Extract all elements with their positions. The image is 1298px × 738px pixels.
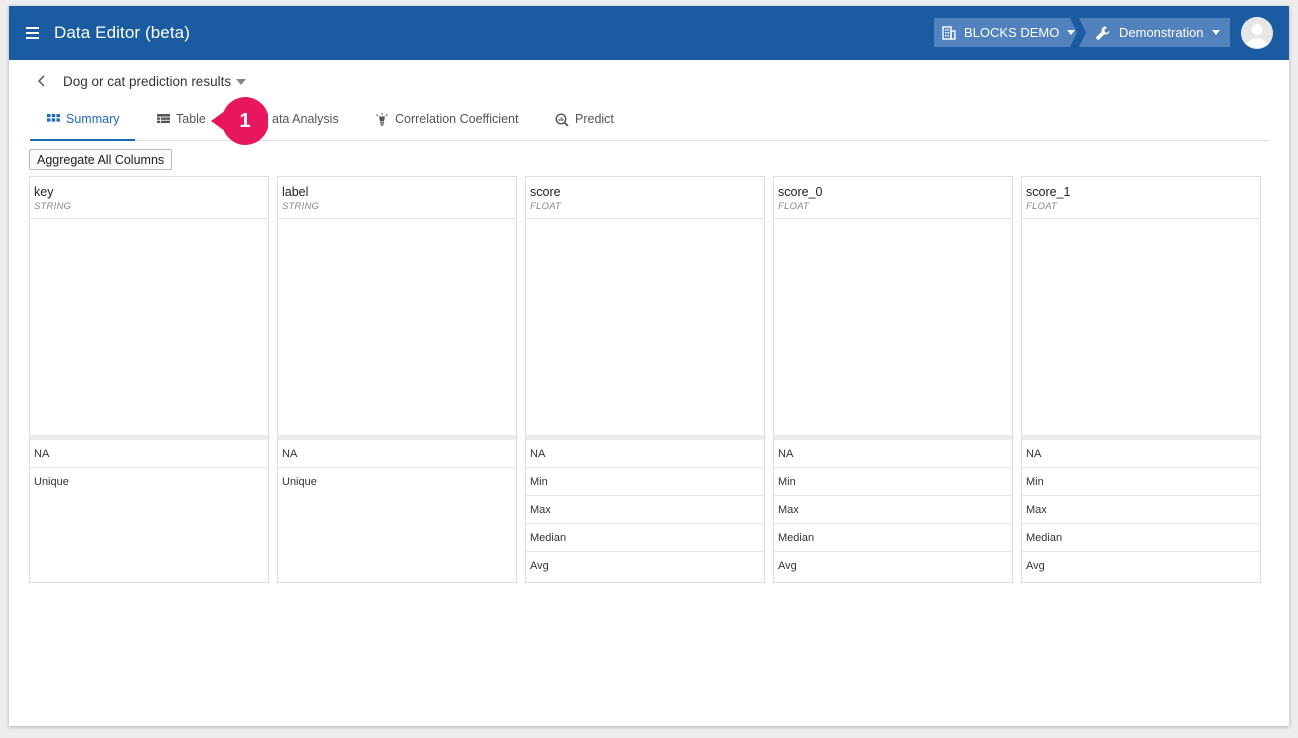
stat-row: NA <box>526 440 764 468</box>
column-header: score_1 FLOAT <box>1022 177 1260 219</box>
tab-label: Summary <box>66 112 120 126</box>
project-name: Demonstration <box>1119 25 1204 40</box>
hamburger-menu-icon[interactable] <box>23 23 43 43</box>
column-card: score_0 FLOAT NA Min Max Median Avg <box>773 176 1013 583</box>
dataset-name: Dog or cat prediction results <box>63 74 232 89</box>
tab-data-analysis[interactable]: ata Analysis <box>272 112 339 141</box>
column-chart-area <box>30 219 268 440</box>
chevron-down-icon <box>1211 30 1220 35</box>
stat-row: Median <box>526 524 764 552</box>
column-type: FLOAT <box>530 201 561 212</box>
table-icon <box>157 114 170 123</box>
tab-summary[interactable]: Summary <box>30 112 136 141</box>
dataset-selector[interactable]: Dog or cat prediction results <box>63 74 247 89</box>
stat-row: NA <box>30 440 268 468</box>
tab-correlation-coefficient[interactable]: Correlation Coefficient <box>375 112 518 141</box>
lightbulb-icon <box>376 113 388 126</box>
column-card: label STRING NA Unique <box>277 176 517 583</box>
stat-row: Max <box>526 496 764 524</box>
tab-label: Predict <box>575 112 614 126</box>
app-title: Data Editor (beta) <box>54 23 190 42</box>
tab-label: Table <box>176 112 206 126</box>
column-card: key STRING NA Unique <box>29 176 269 583</box>
column-header: score FLOAT <box>526 177 764 219</box>
column-type: FLOAT <box>1026 201 1057 212</box>
column-chart-area <box>1022 219 1260 440</box>
column-name: label <box>282 185 309 199</box>
grid-icon <box>47 114 60 122</box>
tab-predict[interactable]: Predict <box>555 112 614 141</box>
column-type: STRING <box>282 201 320 212</box>
stat-row: Median <box>774 524 1012 552</box>
tab-table[interactable]: Table <box>157 112 206 141</box>
stat-row: NA <box>1022 440 1260 468</box>
chevron-down-icon <box>1067 30 1076 35</box>
stat-row: Avg <box>530 560 549 572</box>
magnify-chart-icon <box>555 113 569 127</box>
stat-row: NA <box>278 440 516 468</box>
tab-label: ata Analysis <box>272 112 339 126</box>
back-chevron-icon[interactable] <box>35 73 49 89</box>
tab-label: Correlation Coefficient <box>395 112 519 126</box>
stat-row: Unique <box>34 476 69 488</box>
column-chart-area <box>526 219 764 440</box>
column-header: score_0 FLOAT <box>774 177 1012 219</box>
column-name: score_0 <box>778 185 823 199</box>
column-type: STRING <box>34 201 72 212</box>
app-window: Data Editor (beta) BLOCKS DEMO Demonstra… <box>9 6 1289 726</box>
stat-row: Avg <box>1026 560 1045 572</box>
stat-row: Min <box>526 468 764 496</box>
wrench-icon <box>1096 26 1110 40</box>
column-chart-area <box>774 219 1012 440</box>
callout-number: 1 <box>239 109 251 132</box>
stat-row: Max <box>1022 496 1260 524</box>
column-chart-area <box>278 219 516 440</box>
project-selector[interactable]: Demonstration <box>1079 18 1230 47</box>
stat-row: Median <box>1022 524 1260 552</box>
stat-row: Min <box>1022 468 1260 496</box>
stat-row: Avg <box>778 560 797 572</box>
app-header: Data Editor (beta) BLOCKS DEMO Demonstra… <box>9 6 1289 60</box>
column-name: key <box>34 185 54 199</box>
column-name: score <box>530 185 561 199</box>
organization-name: BLOCKS DEMO <box>964 25 1060 40</box>
organization-selector[interactable]: BLOCKS DEMO <box>934 18 1077 47</box>
stat-row: Min <box>774 468 1012 496</box>
column-header: label STRING <box>278 177 516 219</box>
stat-row: Max <box>774 496 1012 524</box>
user-icon <box>1241 17 1273 49</box>
column-header: key STRING <box>30 177 268 219</box>
stat-row: NA <box>774 440 1012 468</box>
aggregate-all-columns-button[interactable]: Aggregate All Columns <box>29 149 173 170</box>
column-type: FLOAT <box>778 201 809 212</box>
column-card: score FLOAT NA Min Max Median Avg <box>525 176 765 583</box>
stat-row: Unique <box>282 476 317 488</box>
column-card: score_1 FLOAT NA Min Max Median Avg <box>1021 176 1261 583</box>
chevron-down-icon <box>236 79 247 86</box>
column-name: score_1 <box>1026 185 1071 199</box>
user-avatar[interactable] <box>1241 17 1273 49</box>
building-icon <box>942 25 956 40</box>
